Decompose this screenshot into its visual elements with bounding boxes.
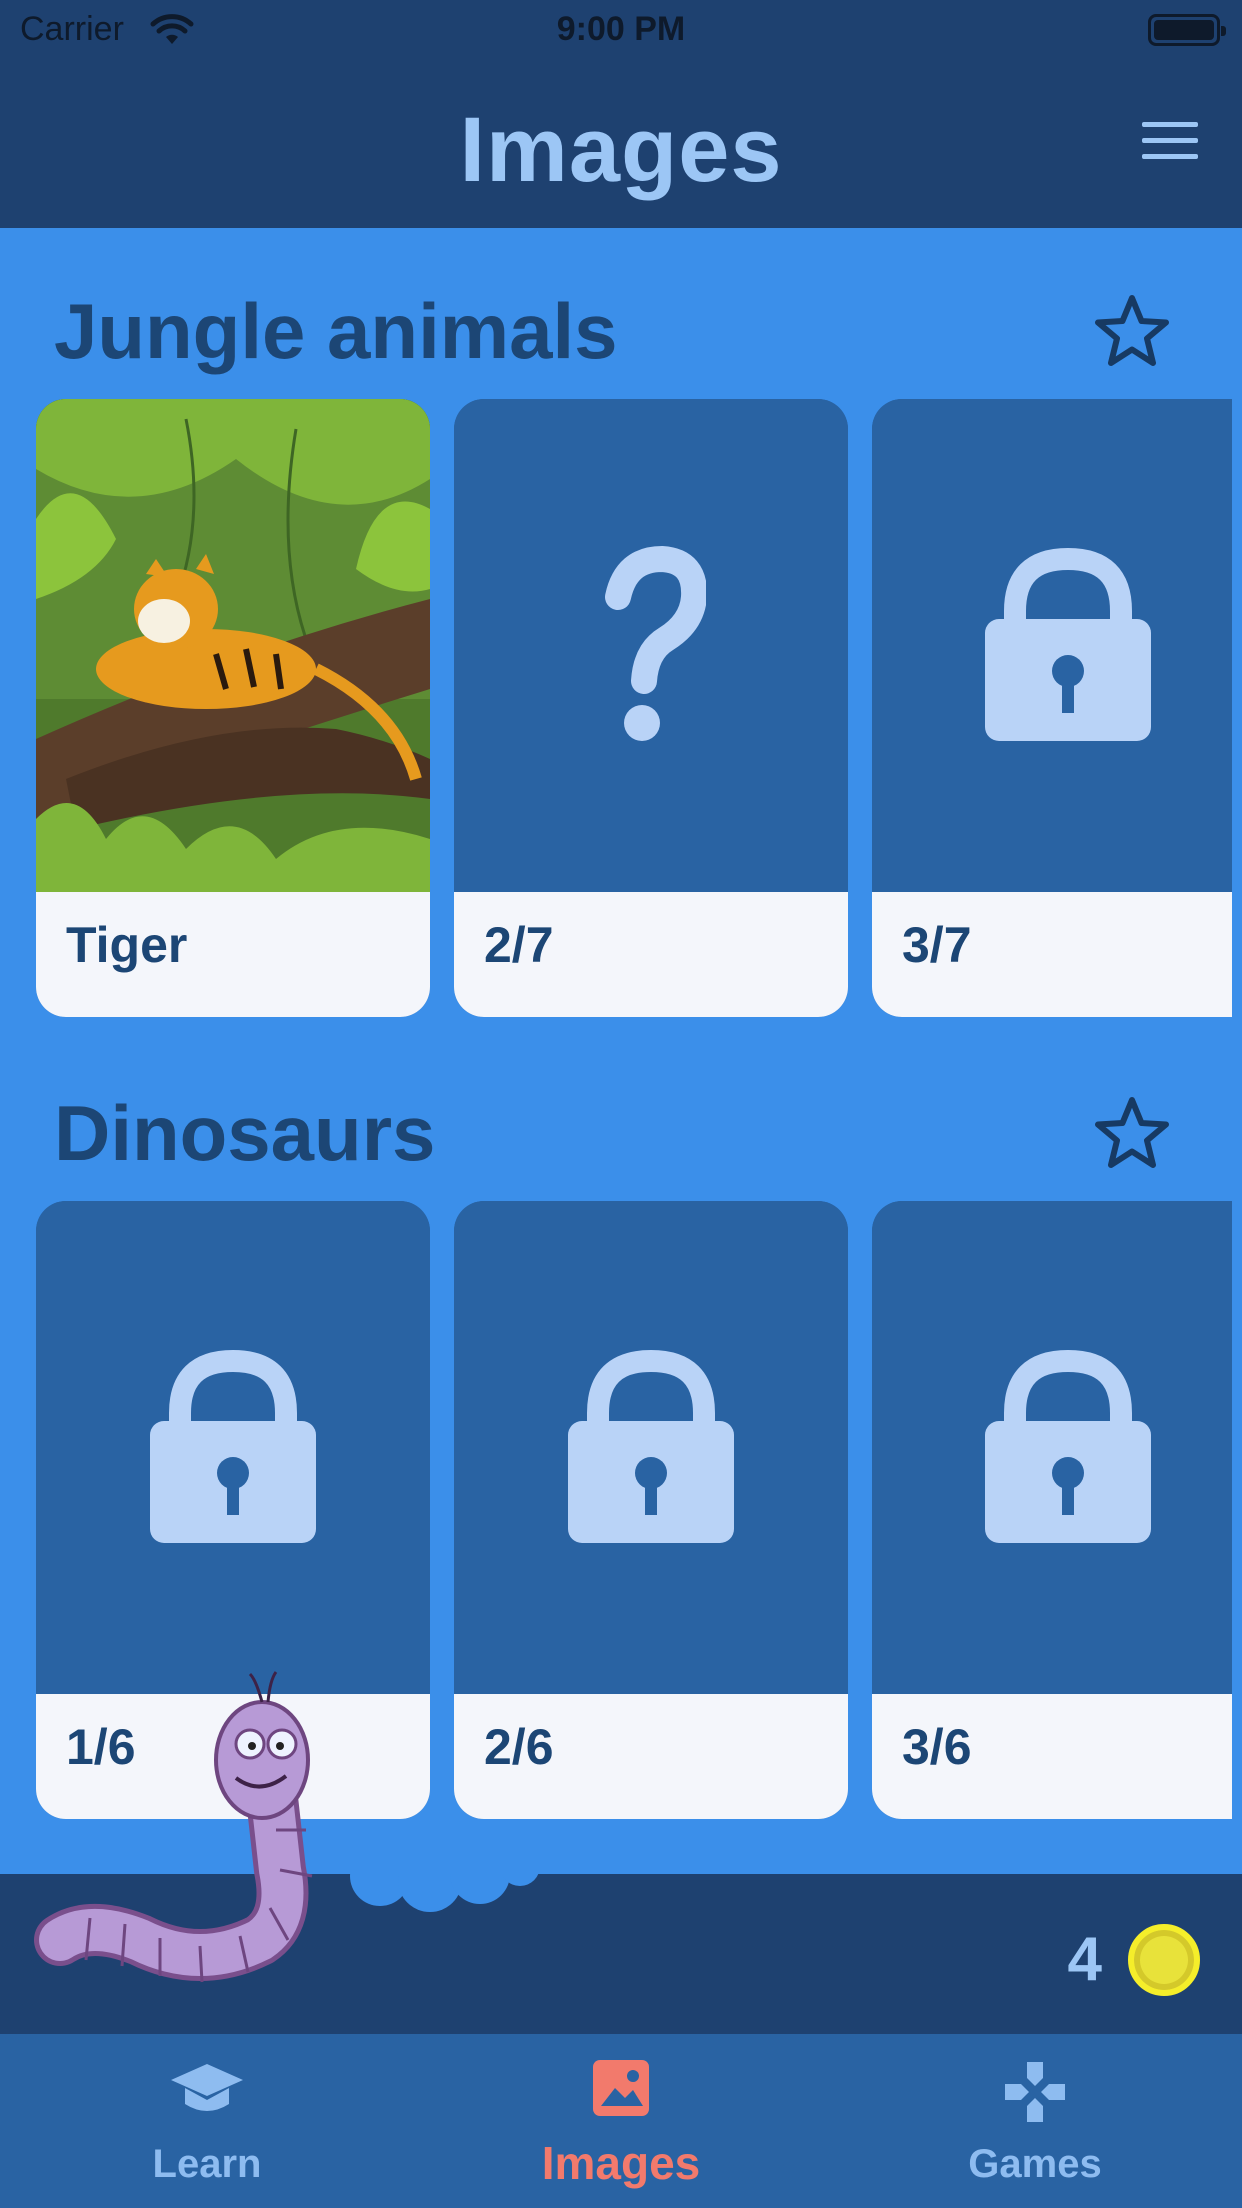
image-card-tiger[interactable]: Tiger xyxy=(36,399,430,1017)
image-card-2-7[interactable]: 2/7 xyxy=(454,399,848,1017)
tab-label: Games xyxy=(968,2142,1102,2186)
card-label: 3/6 xyxy=(902,1719,972,1775)
clock: 9:00 PM xyxy=(556,10,686,48)
lock-icon xyxy=(985,1349,1151,1543)
picture-icon xyxy=(593,2060,649,2116)
question-mark-icon xyxy=(605,545,706,741)
cloud-decoration xyxy=(340,1840,540,1912)
card-caption: Tiger xyxy=(36,892,430,1017)
card-label: 2/6 xyxy=(484,1719,554,1775)
nav-header: Images xyxy=(0,60,1242,228)
card-label: 3/7 xyxy=(902,917,972,973)
tab-bar: Learn Images Games xyxy=(0,2034,1242,2208)
gamepad-icon xyxy=(1005,2062,1065,2122)
worm-mascot xyxy=(34,1671,313,1983)
image-card-3-6[interactable]: 3/6 xyxy=(872,1201,1232,1819)
battery-icon xyxy=(1148,14,1226,46)
lock-icon xyxy=(568,1349,734,1543)
tab-label: Learn xyxy=(152,2142,262,2186)
gold-coin-icon xyxy=(1128,1924,1200,1996)
page-title: Images xyxy=(459,99,783,201)
tab-learn[interactable]: Learn xyxy=(0,2034,414,2208)
coin-count: 4 xyxy=(1067,1925,1102,1994)
tab-label: Images xyxy=(541,2137,701,2189)
graduation-cap-icon xyxy=(171,2064,243,2111)
section-title-dinosaurs: Dinosaurs xyxy=(54,1089,436,1177)
lock-icon xyxy=(985,547,1151,741)
image-card-2-6[interactable]: 2/6 xyxy=(454,1201,848,1819)
card-label: Tiger xyxy=(66,917,188,973)
star-outline-icon[interactable] xyxy=(1092,292,1172,372)
image-card-3-7[interactable]: 3/7 xyxy=(872,399,1232,1017)
section-title-jungle-animals: Jungle animals xyxy=(54,287,618,375)
star-outline-icon[interactable] xyxy=(1092,1094,1172,1174)
hamburger-menu-icon[interactable] xyxy=(1142,122,1198,166)
tab-images[interactable]: Images xyxy=(414,2034,828,2208)
tiger-image xyxy=(36,399,430,892)
lock-icon xyxy=(150,1349,316,1543)
card-label: 2/7 xyxy=(484,917,554,973)
tab-games[interactable]: Games xyxy=(828,2034,1242,2208)
status-bar: Carrier 9:00 PM xyxy=(0,0,1242,60)
